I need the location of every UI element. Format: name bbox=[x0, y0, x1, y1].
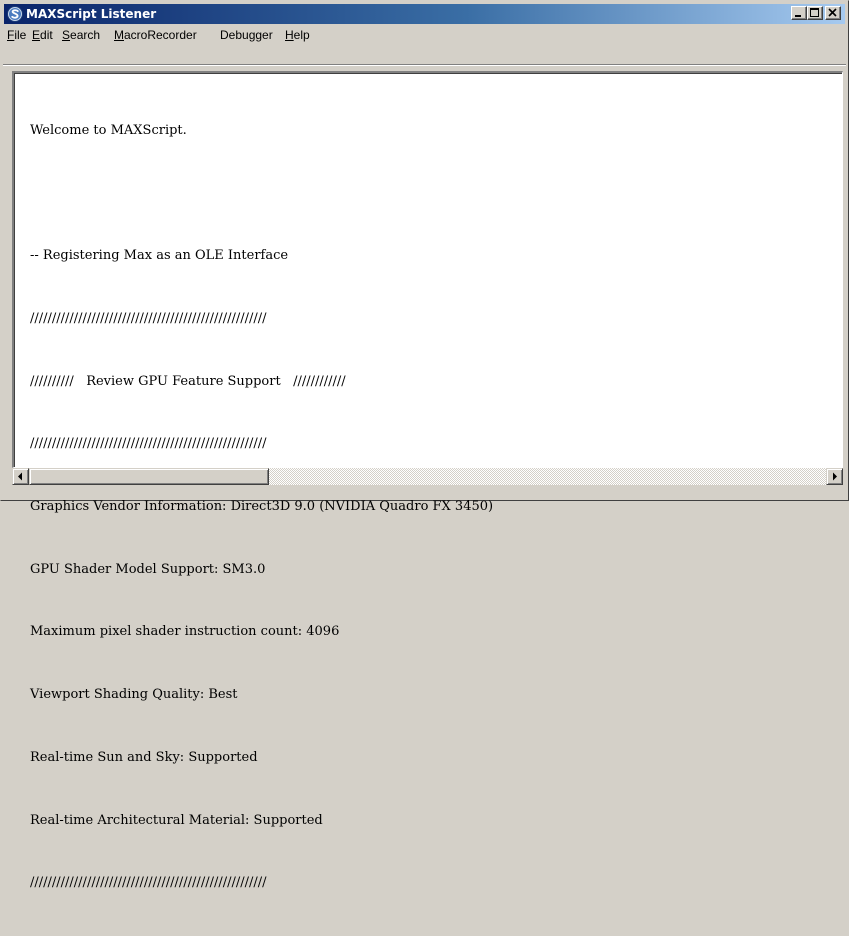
menu-help-label-rest: elp bbox=[293, 28, 310, 42]
menu-edit-mnemonic: E bbox=[32, 28, 41, 42]
close-icon bbox=[828, 8, 837, 17]
menu-separator bbox=[3, 64, 846, 66]
scroll-right-arrow-icon bbox=[833, 472, 837, 481]
console-line: ////////////////////////////////////////… bbox=[30, 436, 267, 452]
listener-output-text[interactable]: Welcome to MAXScript. -- Registering Max… bbox=[30, 79, 493, 936]
close-button[interactable] bbox=[825, 6, 841, 20]
menu-macrorecorder[interactable]: MacroRecorder bbox=[114, 28, 197, 43]
maximize-icon bbox=[810, 8, 819, 17]
title-bar[interactable]: MAXScript Listener bbox=[4, 4, 845, 24]
menu-edit[interactable]: Edit bbox=[32, 28, 53, 43]
scroll-left-arrow-icon bbox=[18, 472, 22, 481]
console-line: ////////////////////////////////////////… bbox=[30, 310, 267, 326]
window-title: MAXScript Listener bbox=[26, 7, 157, 21]
menu-search[interactable]: Search bbox=[62, 28, 100, 43]
menu-edit-label-rest: dit bbox=[40, 28, 53, 42]
maxscript-listener-window: MAXScript Listener File Edit Search Macr… bbox=[0, 0, 849, 890]
menu-help-mnemonic: H bbox=[285, 28, 294, 42]
menu-file[interactable]: File bbox=[7, 28, 26, 43]
console-line: Maximum pixel shader instruction count: … bbox=[30, 624, 340, 640]
console-line: Welcome to MAXScript. bbox=[30, 122, 187, 138]
menu-search-label-rest: earch bbox=[70, 28, 101, 42]
scrollbar-thumb[interactable] bbox=[29, 468, 269, 485]
console-line: Graphics Vendor Information: Direct3D 9.… bbox=[30, 499, 494, 515]
menu-file-label-rest: ile bbox=[14, 28, 27, 42]
minimize-icon bbox=[795, 15, 801, 17]
maximize-button[interactable] bbox=[807, 6, 823, 20]
menu-debugger[interactable]: Debugger bbox=[220, 28, 273, 43]
console-line: Real-time Architectural Material: Suppor… bbox=[30, 812, 323, 828]
scroll-right-button[interactable] bbox=[826, 468, 843, 485]
menu-macrorecorder-label-rest: acroRecorder bbox=[124, 28, 197, 42]
console-line: ////////// Review GPU Feature Support //… bbox=[30, 373, 346, 389]
maxscript-s-icon[interactable] bbox=[7, 6, 23, 22]
console-line: Viewport Shading Quality: Best bbox=[30, 687, 238, 703]
horizontal-scrollbar[interactable] bbox=[12, 468, 843, 485]
menu-help[interactable]: Help bbox=[285, 28, 310, 43]
menu-search-mnemonic: S bbox=[62, 28, 71, 42]
console-line: GPU Shader Model Support: SM3.0 bbox=[30, 561, 266, 577]
minimize-button[interactable] bbox=[791, 6, 807, 20]
listener-output-pane[interactable]: Welcome to MAXScript. -- Registering Max… bbox=[12, 71, 843, 890]
scroll-left-button[interactable] bbox=[12, 468, 29, 485]
menu-macrorecorder-mnemonic: M bbox=[114, 28, 124, 42]
console-line: -- Registering Max as an OLE Interface bbox=[30, 248, 289, 264]
menu-bar: File Edit Search MacroRecorder Debugger … bbox=[4, 25, 845, 45]
console-line: ////////////////////////////////////////… bbox=[30, 875, 267, 891]
console-line: Real-time Sun and Sky: Supported bbox=[30, 749, 258, 765]
